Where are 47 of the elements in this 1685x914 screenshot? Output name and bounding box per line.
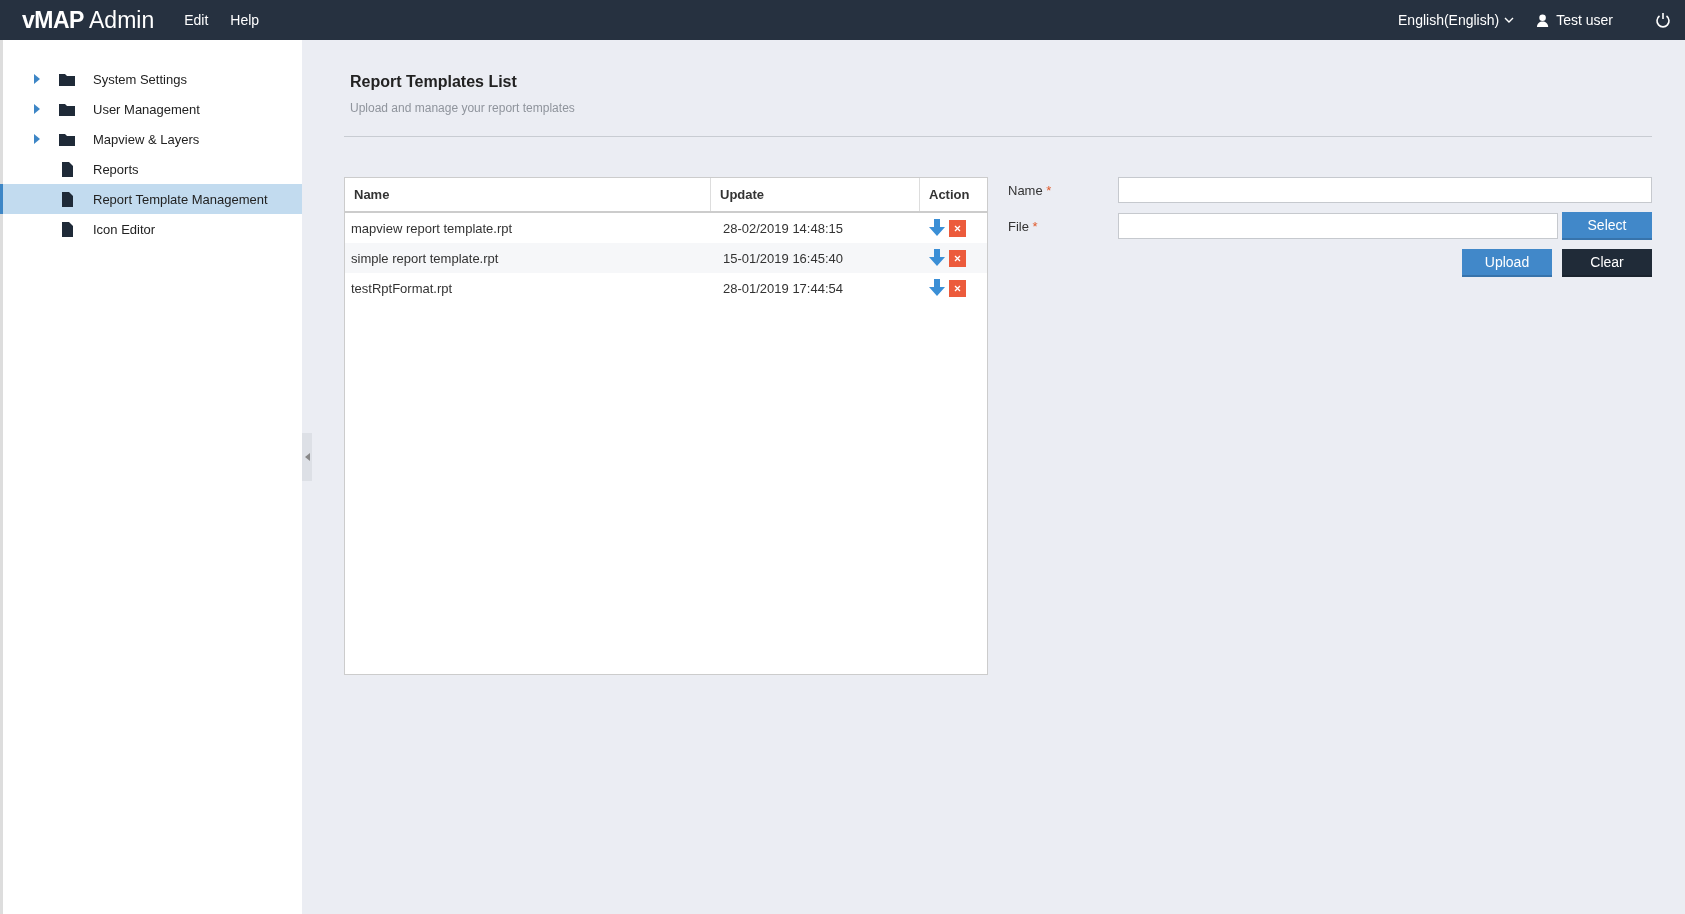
folder-icon <box>59 102 75 116</box>
form-button[interactable]: Clear <box>1562 249 1652 277</box>
column-header[interactable]: Update <box>711 178 920 211</box>
caret-icon <box>33 74 41 84</box>
collapse-handle[interactable] <box>302 433 312 481</box>
page-title: Report Templates List <box>350 73 518 91</box>
sidebar-item[interactable]: System Settings <box>0 64 302 94</box>
delete-icon[interactable] <box>949 219 966 237</box>
form-button[interactable]: Upload <box>1462 249 1552 277</box>
app-logo: vMAP Admin <box>22 6 155 34</box>
download-icon[interactable] <box>928 279 946 297</box>
document-icon <box>59 191 75 207</box>
user-menu[interactable]: Test user <box>1536 12 1613 28</box>
table-cell: 28-02/2019 14:48:15 <box>723 220 843 236</box>
menu-item[interactable]: Edit <box>184 12 209 28</box>
select-button[interactable]: Select <box>1562 212 1652 240</box>
language-dropdown[interactable]: English(English) <box>1398 12 1515 28</box>
menu-item[interactable]: Help <box>230 12 260 28</box>
table-cell: 15-01/2019 16:45:40 <box>723 250 843 266</box>
column-header[interactable]: Name <box>345 178 711 211</box>
field-label: Name * <box>1008 182 1053 198</box>
input-field[interactable] <box>1118 213 1558 239</box>
sidebar-item[interactable]: User Management <box>0 94 302 124</box>
field-label: File * <box>1008 218 1039 234</box>
column-header: Action <box>928 186 971 204</box>
caret-icon <box>33 104 41 114</box>
table-cell: 28-01/2019 17:44:54 <box>723 280 843 296</box>
folder-icon <box>59 132 75 146</box>
sidebar-item[interactable]: Report Template Management <box>0 184 302 214</box>
table-cell: simple report template.rpt <box>351 250 499 266</box>
chevron-down-icon <box>1504 16 1515 24</box>
sidebar-item[interactable]: Icon Editor <box>0 214 302 244</box>
page-subtitle: Upload and manage your report templates <box>350 101 576 115</box>
folder-icon <box>59 72 75 86</box>
document-icon <box>59 221 75 237</box>
download-icon[interactable] <box>928 219 946 237</box>
table-cell: testRptFormat.rpt <box>351 280 453 296</box>
delete-icon[interactable] <box>949 279 966 297</box>
sidebar-item[interactable]: Reports <box>0 154 302 184</box>
caret-icon <box>33 134 41 144</box>
table-cell: mapview report template.rpt <box>351 220 513 236</box>
sidebar-item[interactable]: Mapview & Layers <box>0 124 302 154</box>
download-icon[interactable] <box>928 249 946 267</box>
input-field[interactable] <box>1118 177 1652 203</box>
power-icon[interactable] <box>1655 12 1671 28</box>
document-icon <box>59 161 75 177</box>
delete-icon[interactable] <box>949 249 966 267</box>
